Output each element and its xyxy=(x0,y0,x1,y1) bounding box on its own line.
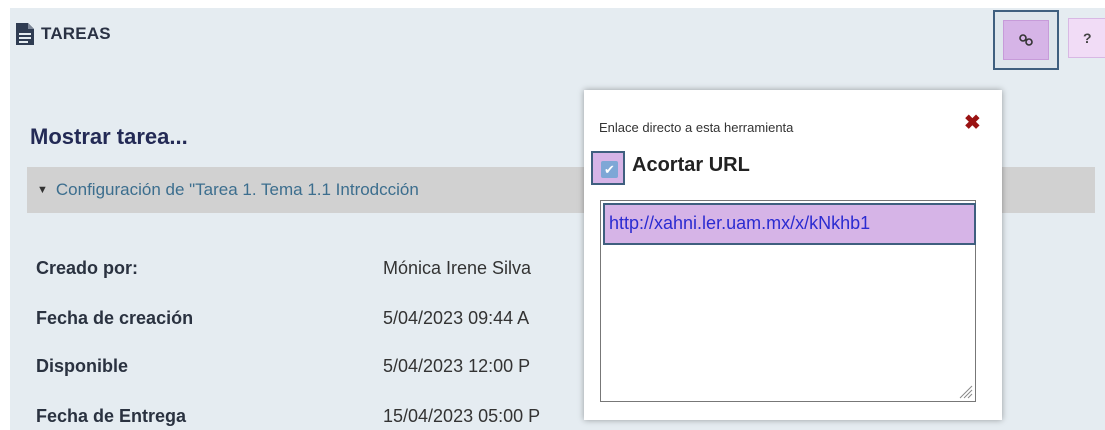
link-icon xyxy=(1019,34,1033,46)
shorten-url-checkbox[interactable]: ✔ xyxy=(601,161,618,178)
tool-title: TAREAS xyxy=(41,24,111,43)
direct-link-button-face[interactable] xyxy=(1003,20,1049,60)
detail-label: Creado por: xyxy=(36,258,139,278)
shorten-url-label[interactable]: Acortar URL xyxy=(632,154,750,177)
shorten-url-checkbox-wrapper[interactable]: ✔ xyxy=(591,151,625,185)
detail-label: Fecha de creación xyxy=(36,308,194,328)
popup-title: Enlace directo a esta herramienta xyxy=(599,120,794,135)
help-button[interactable]: ? xyxy=(1068,18,1105,58)
url-text[interactable]: http://xahni.ler.uam.mx/x/kNkhb1 xyxy=(603,203,976,245)
detail-value: 5/04/2023 09:44 A xyxy=(383,308,530,328)
detail-value: 5/04/2023 12:00 P xyxy=(383,356,531,376)
document-icon xyxy=(16,23,34,45)
tool-title-bar: TAREAS xyxy=(15,22,111,46)
resize-grip-icon[interactable] xyxy=(956,382,974,400)
detail-label: Disponible xyxy=(36,356,129,376)
detail-value: Mónica Irene Silva xyxy=(383,258,532,278)
caret-down-icon: ▼ xyxy=(37,184,48,196)
page-heading: Mostrar tarea... xyxy=(30,124,188,149)
detail-label: Fecha de Entrega xyxy=(36,406,187,426)
close-icon[interactable]: ✖ xyxy=(964,110,981,135)
direct-link-popup: Enlace directo a esta herramienta ✖ ✔ Ac… xyxy=(584,90,1002,420)
help-label: ? xyxy=(1083,30,1092,46)
detail-value: 15/04/2023 05:00 P xyxy=(383,406,541,426)
config-label: Configuración de "Tarea 1. Tema 1.1 Intr… xyxy=(55,180,419,199)
direct-link-button[interactable] xyxy=(993,10,1059,70)
